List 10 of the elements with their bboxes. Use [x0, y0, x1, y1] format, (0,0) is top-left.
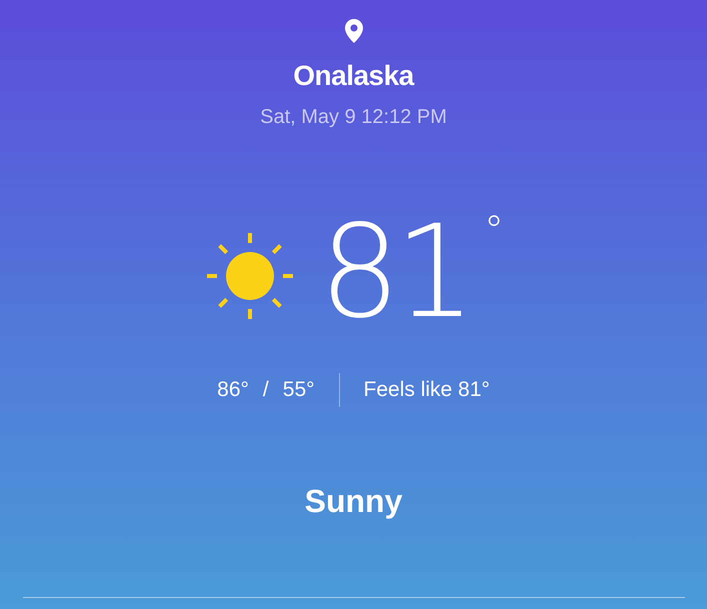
high-temperature: 86°: [217, 378, 249, 402]
feels-like: Feels like 81°: [364, 378, 490, 402]
temperature: 81: [319, 209, 470, 337]
location-pin-icon: [342, 18, 364, 44]
condition: Sunny: [304, 483, 402, 520]
city-name: Onalaska: [293, 60, 414, 92]
degree-symbol: °: [484, 211, 504, 251]
separator: /: [262, 378, 269, 402]
low-temperature: 55°: [282, 378, 315, 402]
date-time: Sat, May 9 12:12 PM: [260, 106, 447, 129]
